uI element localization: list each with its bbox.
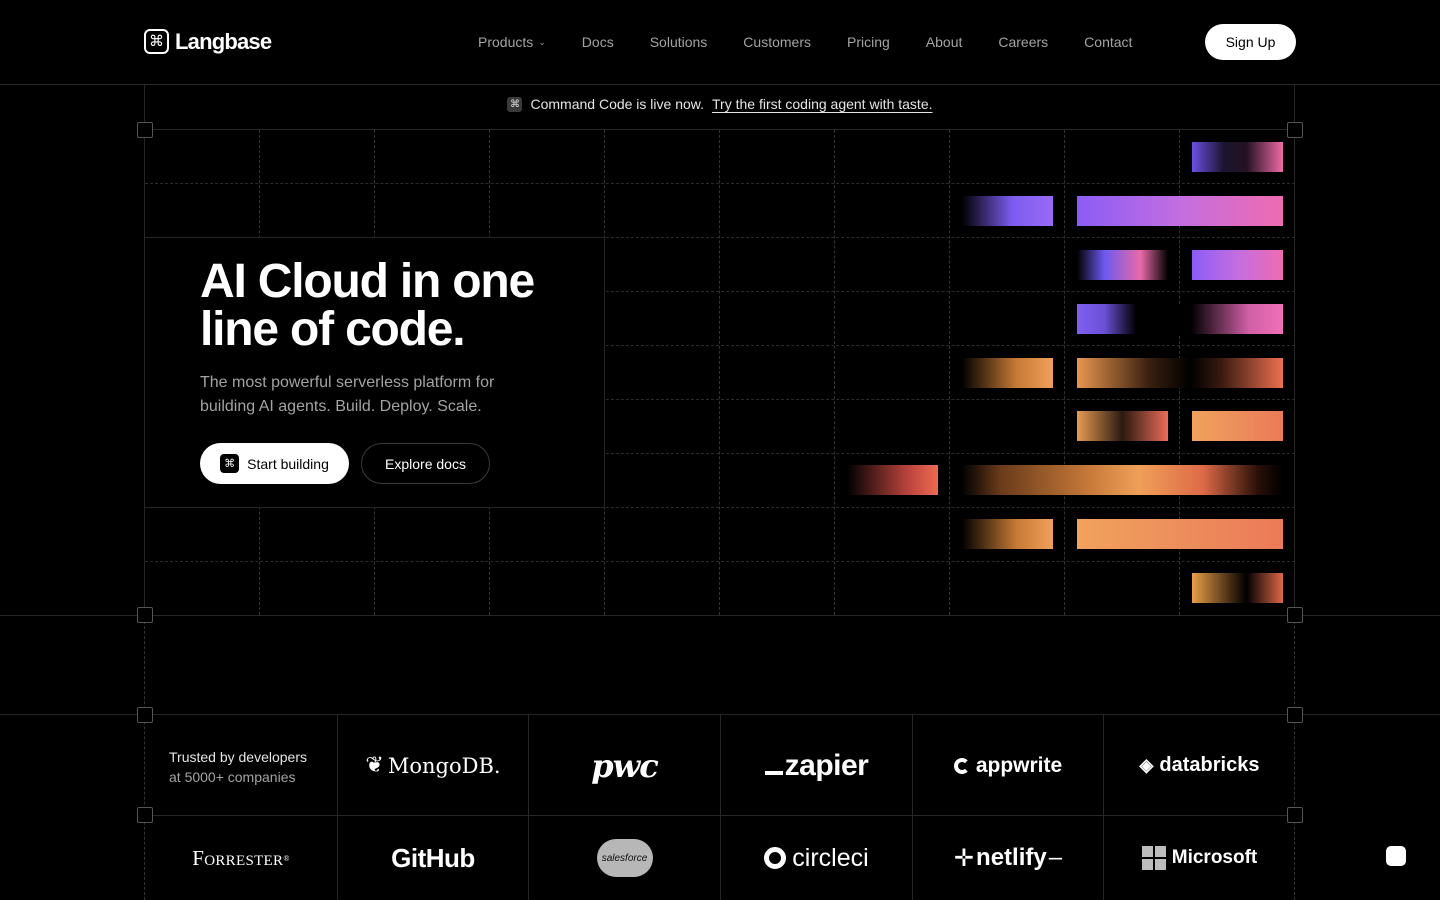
hero-title: AI Cloud in one line of code. <box>200 255 535 356</box>
grid-line <box>145 561 1295 562</box>
decor-bar <box>1077 519 1283 549</box>
announcement-banner: ⌘ Command Code is live now. Try the firs… <box>0 96 1440 112</box>
forrester-logo-text: Forrester <box>192 845 284 870</box>
zapier-logo: zapier <box>721 716 912 815</box>
corner-marker <box>137 707 153 723</box>
mongodb-logo: ❦ MongoDB. <box>338 716 528 815</box>
frame-line-top <box>145 129 1295 130</box>
hero-subtitle: The most powerful serverless platform fo… <box>200 374 495 415</box>
salesforce-logo: salesforce <box>529 816 720 900</box>
decor-bar <box>1077 250 1168 280</box>
banner-link[interactable]: Try the first coding agent with taste. <box>712 96 932 112</box>
corner-marker <box>137 607 153 623</box>
circleci-logo-text: circleci <box>792 843 869 872</box>
nav-item-products[interactable]: Products ⌄ <box>478 32 546 52</box>
salesforce-cloud-icon: salesforce <box>596 839 653 877</box>
start-building-button[interactable]: ⌘ Start building <box>200 443 349 484</box>
sign-up-button[interactable]: Sign Up <box>1205 24 1296 60</box>
start-building-label: Start building <box>247 455 329 472</box>
appwrite-logo-text: appwrite <box>975 753 1063 777</box>
corner-marker <box>1287 122 1303 138</box>
decor-bar <box>1077 196 1283 226</box>
chevron-down-icon: ⌄ <box>538 37 546 47</box>
frame-line-right <box>1294 85 1295 615</box>
salesforce-logo-text: salesforce <box>601 852 648 864</box>
github-logo: GitHub <box>391 842 475 873</box>
corner-marker <box>1287 607 1303 623</box>
zapier-underscore-icon <box>764 770 783 775</box>
frame-line-bottom <box>0 615 1440 616</box>
decor-bar <box>847 465 938 495</box>
decor-bar <box>1077 304 1168 334</box>
grid-line <box>834 130 835 615</box>
trusted-heading: Trusted by developers <box>169 749 307 765</box>
netlify-logo-text: netlify <box>976 844 1047 871</box>
netlify-spark-icon: ✛ <box>953 844 975 872</box>
mongodb-logo-text: MongoDB. <box>387 753 501 778</box>
nav-item-pricing[interactable]: Pricing <box>847 32 890 52</box>
command-icon: ⌘ <box>144 29 169 54</box>
nav-item-careers[interactable]: Careers <box>998 32 1048 52</box>
decor-bar <box>1192 411 1283 441</box>
forrester-logo: Forrester ® <box>145 816 337 900</box>
decor-bar <box>962 519 1053 549</box>
appwrite-icon <box>953 757 970 774</box>
nav-item-docs[interactable]: Docs <box>582 32 614 52</box>
chat-widget-button[interactable] <box>1386 846 1406 866</box>
nav-item-label: Products <box>478 34 534 50</box>
decor-bar <box>962 196 1053 226</box>
decor-bar <box>1168 304 1283 334</box>
grid-line <box>145 183 1295 184</box>
decor-bar <box>1192 250 1283 280</box>
decor-bar <box>1077 358 1283 388</box>
grid-line <box>1064 130 1065 615</box>
command-icon: ⌘ <box>220 454 240 473</box>
grid-line <box>719 130 720 615</box>
grid-line <box>949 130 950 615</box>
circleci-icon <box>764 847 787 869</box>
corner-marker <box>137 122 153 138</box>
leaf-icon: ❦ <box>365 753 384 778</box>
microsoft-logo-text: Microsoft <box>1171 847 1258 868</box>
nav-item-contact[interactable]: Contact <box>1084 32 1132 52</box>
nav-item-solutions[interactable]: Solutions <box>650 32 708 52</box>
decor-bar <box>962 358 1053 388</box>
zapier-logo-text: zapier <box>784 748 869 782</box>
explore-docs-button[interactable]: Explore docs <box>361 443 490 484</box>
nav-item-customers[interactable]: Customers <box>743 32 811 52</box>
decor-bar <box>1192 142 1283 172</box>
microsoft-logo: Microsoft <box>1104 816 1295 900</box>
netlify-logo: ✛ netlify – <box>913 816 1103 900</box>
registered-icon: ® <box>283 853 290 863</box>
pwc-logo: pwc <box>591 746 658 785</box>
hero-panel-border <box>604 238 605 508</box>
decor-bar <box>1192 573 1283 603</box>
windows-icon <box>1141 846 1166 870</box>
hero-panel-border <box>145 507 605 508</box>
circleci-logo: circleci <box>721 816 912 900</box>
brand-name: Langbase <box>175 28 272 54</box>
hero-panel-border <box>145 237 605 238</box>
databricks-logo: ◈ databricks <box>1104 716 1295 815</box>
nav-menu: Products ⌄ Docs Solutions Customers Pric… <box>478 32 1132 52</box>
decor-bar <box>1077 411 1168 441</box>
databricks-logo-text: databricks <box>1159 754 1260 776</box>
command-icon: ⌘ <box>507 96 523 112</box>
trusted-subheading: at 5000+ companies <box>169 769 296 785</box>
layers-icon: ◈ <box>1139 755 1154 775</box>
appwrite-logo: appwrite <box>913 716 1103 815</box>
banner-text: Command Code is live now. <box>530 96 705 112</box>
netlify-dash-icon: – <box>1048 844 1063 871</box>
nav-item-about[interactable]: About <box>926 32 963 52</box>
brand-logo[interactable]: ⌘ Langbase <box>144 28 272 55</box>
decor-bar <box>962 465 1283 495</box>
